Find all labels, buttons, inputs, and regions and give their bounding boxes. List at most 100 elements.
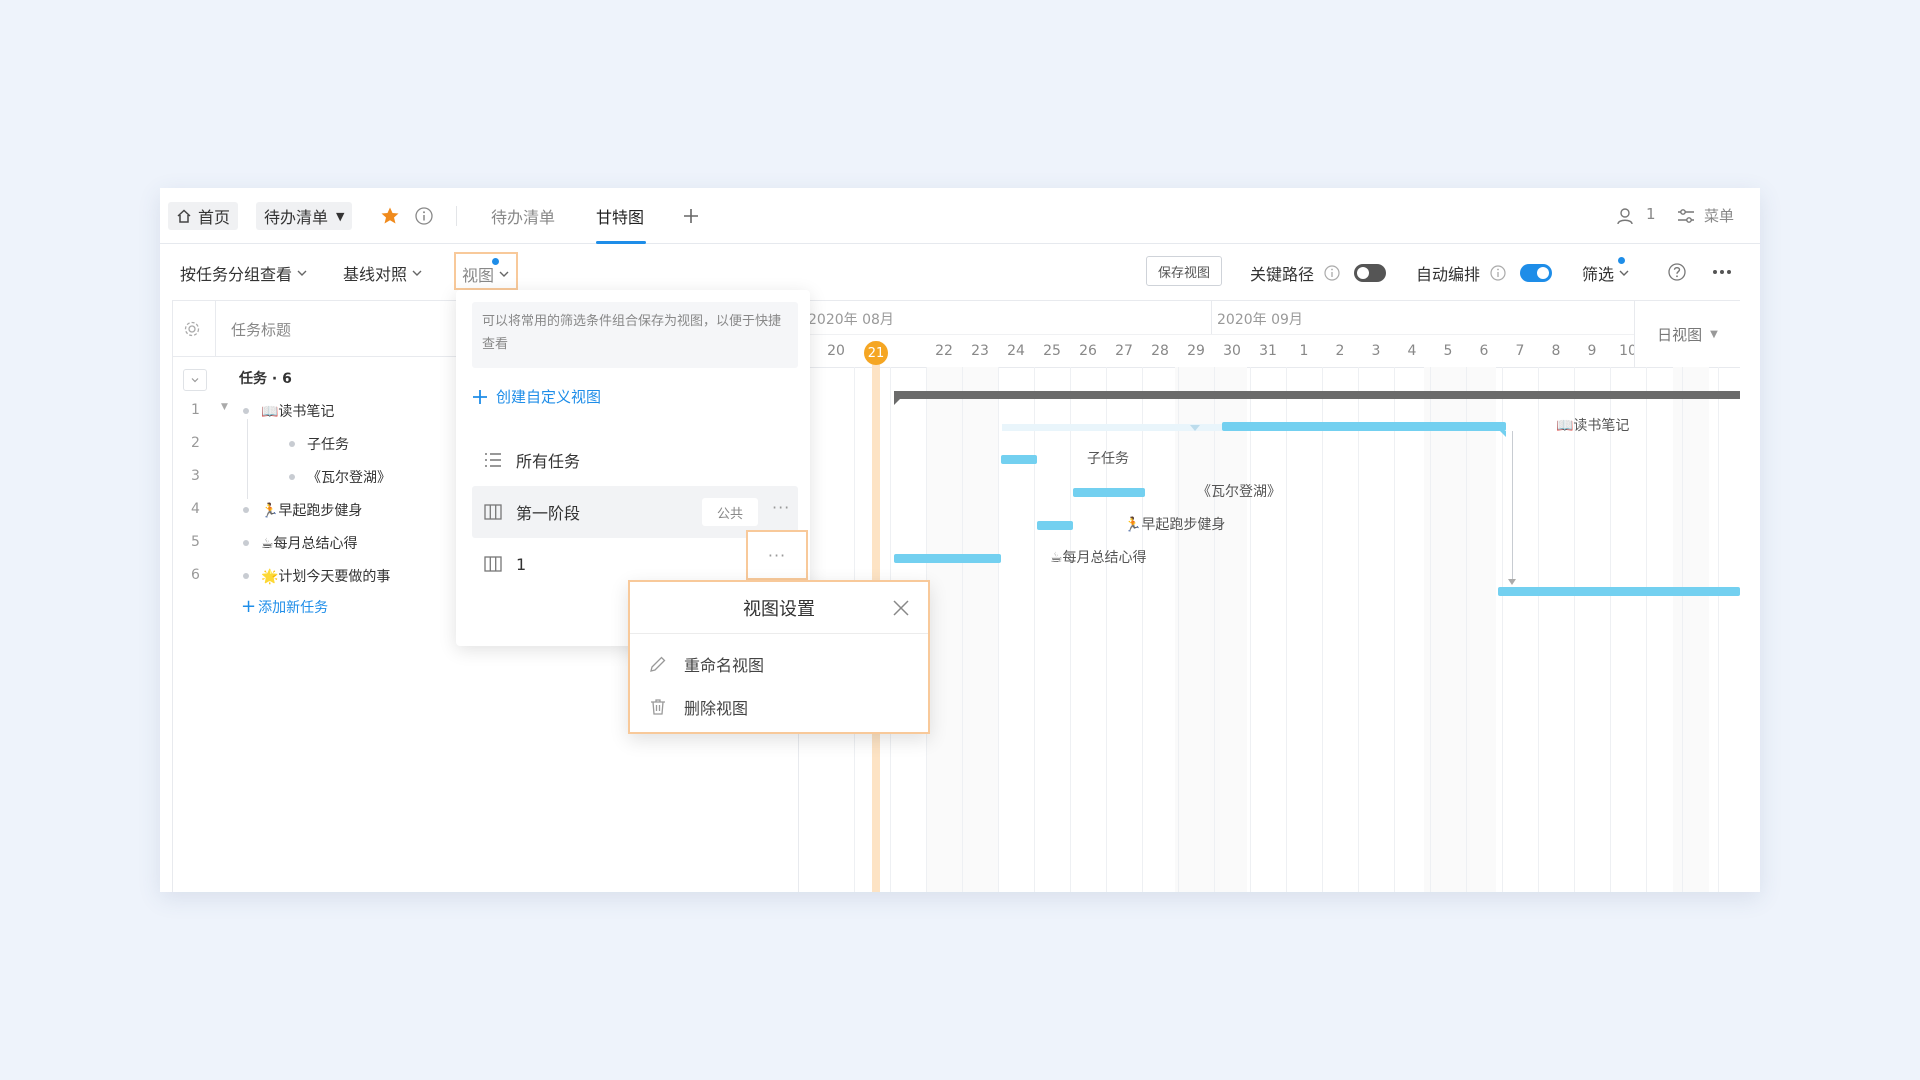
status-dot xyxy=(243,408,249,414)
more-icon[interactable] xyxy=(1710,261,1734,283)
status-dot xyxy=(289,474,295,480)
collapse-toggle[interactable] xyxy=(183,369,207,391)
home-label: 首页 xyxy=(198,208,231,227)
task-bar-subtask[interactable] xyxy=(1001,455,1037,464)
info-icon[interactable] xyxy=(1322,263,1342,283)
add-tab-icon[interactable] xyxy=(679,204,703,228)
info-icon[interactable] xyxy=(412,204,436,228)
bar-cap xyxy=(1500,431,1506,437)
grid-line xyxy=(1430,367,1431,892)
row-number: 6 xyxy=(191,567,200,583)
auto-schedule-toggle[interactable] xyxy=(1520,264,1552,282)
status-dot xyxy=(243,573,249,579)
rename-view-label: 重命名视图 xyxy=(684,656,765,675)
menu-button[interactable]: 菜单 xyxy=(1704,205,1734,226)
task-bar-reading[interactable] xyxy=(1222,422,1506,431)
help-icon[interactable] xyxy=(1666,261,1688,283)
task-bar-plan[interactable] xyxy=(1498,587,1740,596)
divider xyxy=(456,206,457,226)
tab-gantt[interactable]: 甘特图 xyxy=(596,204,646,244)
more-icon: ··· xyxy=(767,545,787,565)
day-label: 20 xyxy=(827,343,845,359)
baseline-label: 基线对照 xyxy=(343,265,408,284)
dependency-line xyxy=(1512,431,1513,579)
save-view-button[interactable]: 保存视图 xyxy=(1146,256,1222,286)
rename-view-button[interactable]: 重命名视图 xyxy=(648,652,764,676)
create-view-button[interactable]: 创建自定义视图 xyxy=(472,386,601,407)
more-icon[interactable]: ··· xyxy=(772,498,790,517)
critical-path-toggle[interactable] xyxy=(1354,264,1386,282)
chevron-down-icon xyxy=(1618,264,1630,283)
gantt-chart: 2020年 08月 2020年 09月 20 22 23 24 25 26 27… xyxy=(798,300,1740,892)
marker-icon xyxy=(1190,425,1200,431)
baseline-dropdown[interactable]: 基线对照 xyxy=(343,261,423,285)
grid-line xyxy=(1358,367,1359,892)
weekend-column xyxy=(1175,367,1211,892)
task-title-header: 任务标题 xyxy=(231,321,292,339)
view-settings-title: 视图设置 xyxy=(743,598,815,620)
add-task-button[interactable]: + 添加新任务 xyxy=(241,597,328,617)
member-icon[interactable] xyxy=(1614,204,1638,228)
delete-view-button[interactable]: 删除视图 xyxy=(648,695,748,719)
day-label: 29 xyxy=(1187,343,1205,359)
trash-icon xyxy=(648,697,668,717)
task-title: 《瓦尔登湖》 xyxy=(307,470,391,486)
grid-line xyxy=(1610,367,1611,892)
row-number: 2 xyxy=(191,435,200,451)
member-count: 1 xyxy=(1646,205,1656,223)
info-icon[interactable] xyxy=(1488,263,1508,283)
project-dropdown[interactable]: 待办清单 ▼ xyxy=(256,202,353,230)
close-icon[interactable] xyxy=(890,597,912,619)
bar-label: 子任务 xyxy=(1087,451,1129,467)
add-task-label: 添加新任务 xyxy=(258,600,329,616)
weekend-column xyxy=(926,367,962,892)
top-bar: 首页 待办清单 ▼ 待办清单 甘特图 1 菜单 xyxy=(160,188,1760,244)
create-view-label: 创建自定义视图 xyxy=(496,388,602,406)
group-by-dropdown[interactable]: 按任务分组查看 xyxy=(180,261,308,285)
tab-todo-list[interactable]: 待办清单 xyxy=(491,204,555,244)
view-item-more-button[interactable]: ··· xyxy=(746,530,808,580)
pencil-icon xyxy=(648,654,668,674)
view-item-all-tasks[interactable]: 所有任务 xyxy=(472,434,798,486)
bar-label: ☕每月总结心得 xyxy=(1050,550,1147,566)
delete-view-label: 删除视图 xyxy=(684,699,749,718)
gear-icon[interactable] xyxy=(181,318,203,340)
grid-line xyxy=(1538,367,1539,892)
bar-label: 《瓦尔登湖》 xyxy=(1197,484,1281,500)
view-settings-popup: 视图设置 重命名视图 删除视图 xyxy=(628,580,930,734)
grid-line xyxy=(1142,367,1143,892)
task-bar-walden[interactable] xyxy=(1073,488,1145,497)
zoom-dropdown[interactable]: 日视图 ▼ xyxy=(1634,301,1740,367)
caret-down-icon: ▼ xyxy=(336,209,345,223)
grid-line xyxy=(1322,367,1323,892)
view-item-label: 所有任务 xyxy=(516,452,581,471)
day-label: 26 xyxy=(1079,343,1097,359)
plus-icon: + xyxy=(241,596,257,617)
auto-schedule-text: 自动编排 xyxy=(1416,265,1481,284)
sliders-icon[interactable] xyxy=(1674,204,1698,228)
filter-dropdown[interactable]: 筛选 xyxy=(1582,257,1630,285)
grid-line xyxy=(1502,367,1503,892)
grid-line xyxy=(1574,367,1575,892)
home-button[interactable]: 首页 xyxy=(168,202,239,230)
active-dot xyxy=(1618,257,1625,264)
project-summary-bar[interactable] xyxy=(894,391,1740,399)
columns-icon xyxy=(484,556,502,572)
expand-caret-icon[interactable]: ▼ xyxy=(221,402,228,412)
star-icon[interactable] xyxy=(378,204,402,228)
task-title: ☕每月总结心得 xyxy=(261,536,358,552)
grid-line xyxy=(1214,367,1215,892)
app-window: 首页 待办清单 ▼ 待办清单 甘特图 1 菜单 按任务分组查看 基线对照 视图 … xyxy=(160,188,1760,892)
divider xyxy=(1211,301,1212,334)
row-number: 3 xyxy=(191,468,200,484)
arrow-icon xyxy=(1508,579,1516,585)
task-bar-monthly[interactable] xyxy=(894,554,1001,563)
day-label: 5 xyxy=(1443,343,1453,359)
plus-icon xyxy=(472,389,488,405)
toolbar: 按任务分组查看 基线对照 视图 保存视图 关键路径 自动编排 筛选 xyxy=(160,244,1760,300)
day-label: 31 xyxy=(1259,343,1277,359)
task-bar-running[interactable] xyxy=(1037,521,1073,530)
grid-line xyxy=(998,367,999,892)
grid-line xyxy=(1070,367,1071,892)
view-dropdown[interactable]: 视图 xyxy=(454,252,518,290)
